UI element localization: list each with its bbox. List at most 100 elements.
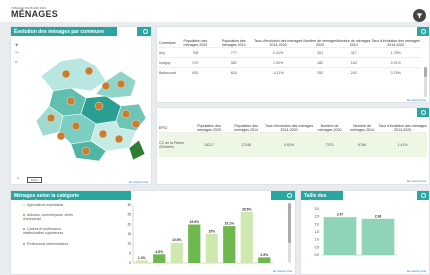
- table-cell: 183: [336, 57, 371, 68]
- menu-icon: [287, 193, 292, 198]
- col-header[interactable]: EPCI: [159, 124, 190, 133]
- y-tick-label: 3.0: [315, 207, 320, 211]
- header: TABLEAU DE BORD DES MÉNAGES: [0, 0, 430, 22]
- table2-menu[interactable]: [417, 108, 429, 117]
- legend-item[interactable]: Professions intermédiaires: [23, 242, 68, 246]
- y-tick-label: 10: [127, 242, 131, 246]
- data-label: 19.1%: [224, 222, 234, 226]
- table-cell: 351: [303, 47, 337, 58]
- data-label: 2.36: [375, 214, 382, 218]
- size-footer-link[interactable]: En savoir plus: [407, 269, 426, 273]
- table-row[interactable]: Any 798 777 0.41% 351 317 1.76%: [159, 47, 421, 58]
- map-view-icon[interactable]: ◔: [16, 176, 19, 182]
- table-cell: 0.74%: [370, 67, 421, 78]
- y-tick-label: 15: [127, 232, 131, 236]
- table-cell: 1.76%: [370, 47, 421, 58]
- bar[interactable]: [188, 224, 201, 263]
- table-cell: 6766: [345, 132, 379, 157]
- col-header[interactable]: Commune: [159, 39, 176, 48]
- table1-scrollbar[interactable]: [424, 67, 427, 97]
- col-header[interactable]: Taux d'évolution des ménages 2014-2020: [371, 39, 422, 48]
- csp-panel: Ménages selon la catégorie socioprofessi…: [10, 190, 296, 275]
- table-cell: Ivoigny: [159, 57, 177, 68]
- y-tick-label: 1.5: [315, 230, 320, 234]
- size-panel: Taille des ménages 3.0 2.5 2.0 1.5 1.0 0.5 0.0…: [300, 190, 430, 275]
- table-header-row: Commune Population des ménages 2020 Popu…: [159, 39, 421, 48]
- bar[interactable]: [205, 234, 218, 263]
- y-tick-label: 0.5: [315, 245, 320, 249]
- y-tick-label: 5: [129, 251, 131, 255]
- table-cell: 317: [336, 47, 371, 58]
- col-header[interactable]: Population des ménages 2014: [215, 39, 253, 48]
- bar[interactable]: [258, 257, 271, 263]
- col-header[interactable]: Nombre de ménages 2020: [303, 39, 337, 48]
- table-cell: 0.92%: [264, 132, 314, 157]
- map-panel-menu[interactable]: [137, 27, 151, 36]
- col-header[interactable]: Nombre de ménages 2020: [313, 124, 346, 133]
- map-panel: Évolution des ménages par commune + − ⌂ …: [10, 26, 152, 185]
- table-cell: 798: [176, 47, 215, 58]
- menu-icon: [421, 193, 426, 198]
- table-cell: 777: [214, 47, 253, 58]
- data-label: 4.5%: [155, 250, 163, 254]
- bar[interactable]: [135, 260, 148, 263]
- bar[interactable]: [323, 217, 357, 255]
- table-row[interactable]: CC de la Plaine d'Estrées 18217 17248 0.…: [159, 132, 427, 157]
- data-label: 19.9%: [189, 220, 199, 224]
- table-cell: 0.41%: [252, 47, 304, 58]
- col-header[interactable]: Population des ménages 2020: [176, 39, 214, 48]
- csp-bar-chart: 30 25 20 15 10 5 0 1.3% 4.5% 10.5% 19.9% 15% 19.1% 26…: [127, 203, 273, 265]
- legend-item[interactable]: Cadres et professions intellectuelles su…: [23, 227, 73, 235]
- table-cell: 970: [176, 57, 215, 68]
- bar[interactable]: [223, 226, 236, 263]
- table-cell: 18217: [190, 132, 228, 157]
- y-tick-label: 30: [127, 203, 131, 207]
- size-panel-title: Taille des ménages: [301, 191, 343, 205]
- table-cell: CC de la Plaine d'Estrées: [159, 132, 191, 157]
- size-bar-chart: 3.0 2.5 2.0 1.5 1.0 0.5 0.0 2.47 2.36: [315, 207, 397, 257]
- csp-footer-link[interactable]: En savoir plus: [273, 269, 292, 273]
- size-panel-menu[interactable]: [417, 191, 429, 200]
- csp-scrollbar[interactable]: [288, 203, 291, 263]
- table-row[interactable]: Balbucourt 620 620 -0.11% 252 242 0.74%: [159, 67, 421, 78]
- y-tick-label: 0: [129, 261, 131, 265]
- table-cell: 1.41%: [378, 132, 427, 157]
- csp-panel-title: Ménages selon la catégorie socioprofessi…: [11, 191, 131, 205]
- menu-icon: [143, 29, 148, 34]
- data-label: 10.5%: [172, 238, 182, 242]
- col-header[interactable]: Population des ménages 2020: [190, 124, 227, 133]
- col-header[interactable]: Taux d'évolution des ménages 2014-2020: [253, 39, 303, 48]
- table2-footer-link[interactable]: En savoir plus: [407, 179, 426, 183]
- table-cell: 982: [214, 57, 253, 68]
- table1-footer-link[interactable]: En savoir plus: [407, 98, 426, 102]
- table-row[interactable]: Ivoigny 970 982 1.00% 182 183 2.01%: [159, 57, 421, 68]
- bar[interactable]: [240, 211, 253, 263]
- col-header[interactable]: Population des ménages 2014: [228, 124, 265, 133]
- y-tick-label: 25: [127, 213, 131, 217]
- col-header[interactable]: Nombre de ménages 2014: [346, 124, 379, 133]
- bar[interactable]: [153, 254, 166, 263]
- col-header[interactable]: Taux d'évolution des ménages 2014-2020: [265, 124, 314, 133]
- table-cell: 7375: [313, 132, 346, 157]
- table-cell: -0.11%: [252, 67, 304, 78]
- legend-item[interactable]: Artisans, commerçants, chefs d'entrepris…: [23, 213, 73, 221]
- legend-item[interactable]: Agriculteurs exploitants: [23, 203, 63, 207]
- epci-table: EPCI Population des ménages 2020 Populat…: [159, 124, 427, 157]
- csp-panel-menu[interactable]: [271, 191, 295, 200]
- menu-icon: [421, 29, 426, 34]
- commune-table-panel: Commune Population des ménages 2020 Popu…: [156, 26, 430, 103]
- table-cell: Balbucourt: [159, 67, 177, 78]
- table-cell: 1.00%: [252, 57, 304, 68]
- bar[interactable]: [361, 218, 395, 255]
- col-header[interactable]: Nombre de ménages 2014: [337, 39, 371, 48]
- y-tick-label: 2.5: [315, 215, 320, 219]
- epci-table-panel: EPCI Population des ménages 2020 Populat…: [156, 107, 430, 185]
- data-label: 2.47: [337, 213, 344, 217]
- col-header[interactable]: Taux d'évolution des ménages 2014-2020: [378, 124, 427, 133]
- bar[interactable]: [170, 242, 183, 263]
- filter-button[interactable]: [413, 9, 426, 22]
- map-footer-link[interactable]: En savoir plus: [129, 180, 148, 184]
- commune-map[interactable]: [11, 36, 153, 176]
- table1-menu[interactable]: [417, 27, 429, 36]
- data-label: 26.5%: [242, 207, 252, 211]
